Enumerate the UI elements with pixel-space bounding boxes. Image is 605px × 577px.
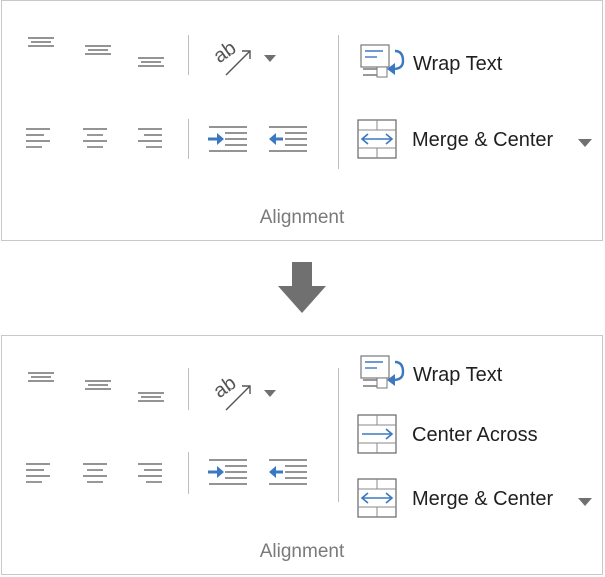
center-across-button[interactable]: Center Across	[357, 414, 557, 454]
separator	[338, 368, 339, 502]
wrap-text-icon	[360, 355, 405, 389]
down-arrow-icon	[264, 390, 276, 397]
top-align-button[interactable]	[26, 370, 56, 392]
right-align-button[interactable]	[136, 127, 164, 153]
merge-center-button[interactable]: Merge & Center	[357, 119, 597, 159]
decrease-indent-button[interactable]	[207, 125, 249, 155]
wrap-text-icon	[360, 44, 405, 78]
decrease-indent-button[interactable]	[207, 458, 249, 488]
increase-indent-button[interactable]	[267, 125, 309, 155]
separator	[188, 35, 189, 75]
center-align-button[interactable]	[81, 462, 109, 488]
svg-text:ab: ab	[209, 372, 240, 403]
align-top-icon	[28, 37, 54, 47]
align-center-icon	[83, 463, 107, 483]
left-align-button[interactable]	[24, 462, 52, 488]
orientation-icon: ab	[209, 372, 276, 411]
separator	[188, 119, 189, 159]
align-bottom-icon	[138, 392, 164, 402]
right-align-button[interactable]	[136, 462, 164, 488]
increase-indent-button[interactable]	[267, 458, 309, 488]
center-across-label: Center Across	[412, 424, 538, 446]
align-middle-icon	[85, 380, 111, 390]
orientation-icon: ab	[209, 37, 276, 76]
middle-align-button[interactable]	[83, 41, 113, 63]
align-right-icon	[138, 128, 162, 148]
left-align-button[interactable]	[24, 127, 52, 153]
align-right-icon	[138, 463, 162, 483]
merge-center-button[interactable]: Merge & Center	[357, 478, 597, 518]
wrap-text-button[interactable]: Wrap Text	[359, 354, 519, 392]
wrap-text-label: Wrap Text	[413, 53, 503, 75]
orientation-button[interactable]: ab	[208, 35, 282, 79]
decrease-indent-icon	[208, 126, 247, 152]
separator	[188, 368, 189, 410]
down-arrow-icon[interactable]	[576, 137, 594, 149]
decrease-indent-icon	[208, 459, 247, 485]
center-align-button[interactable]	[81, 127, 109, 153]
merge-center-label: Merge & Center	[412, 488, 554, 510]
svg-text:ab: ab	[209, 37, 240, 68]
group-title: Alignment	[259, 541, 345, 562]
orientation-button[interactable]: ab	[208, 370, 282, 414]
align-center-icon	[83, 128, 107, 148]
bottom-align-button[interactable]	[136, 49, 166, 73]
merge-center-label: Merge & Center	[412, 129, 554, 151]
center-across-icon	[357, 414, 397, 454]
align-bottom-icon	[138, 57, 164, 67]
increase-indent-icon	[269, 459, 307, 485]
increase-indent-icon	[269, 126, 307, 152]
separator	[338, 35, 339, 169]
alignment-group-after: ab Wrap Text Center Across Merge & Cente…	[1, 335, 603, 575]
wrap-text-button[interactable]: Wrap Text	[359, 43, 519, 81]
top-align-button[interactable]	[26, 35, 56, 57]
middle-align-button[interactable]	[83, 376, 113, 398]
align-middle-icon	[85, 45, 111, 55]
separator	[188, 452, 189, 494]
group-title: Alignment	[259, 207, 345, 228]
align-top-icon	[28, 372, 54, 382]
down-arrow-icon[interactable]	[576, 496, 594, 508]
bottom-align-button[interactable]	[136, 384, 166, 408]
align-left-icon	[26, 463, 50, 483]
merge-center-icon	[357, 478, 397, 518]
align-left-icon	[26, 128, 50, 148]
down-arrow-icon	[264, 55, 276, 62]
transition-arrow-icon	[277, 262, 327, 319]
merge-center-icon	[357, 119, 397, 159]
wrap-text-label: Wrap Text	[413, 364, 503, 386]
alignment-group-before: ab Wrap Text Merge & Center Alignment	[1, 0, 603, 241]
